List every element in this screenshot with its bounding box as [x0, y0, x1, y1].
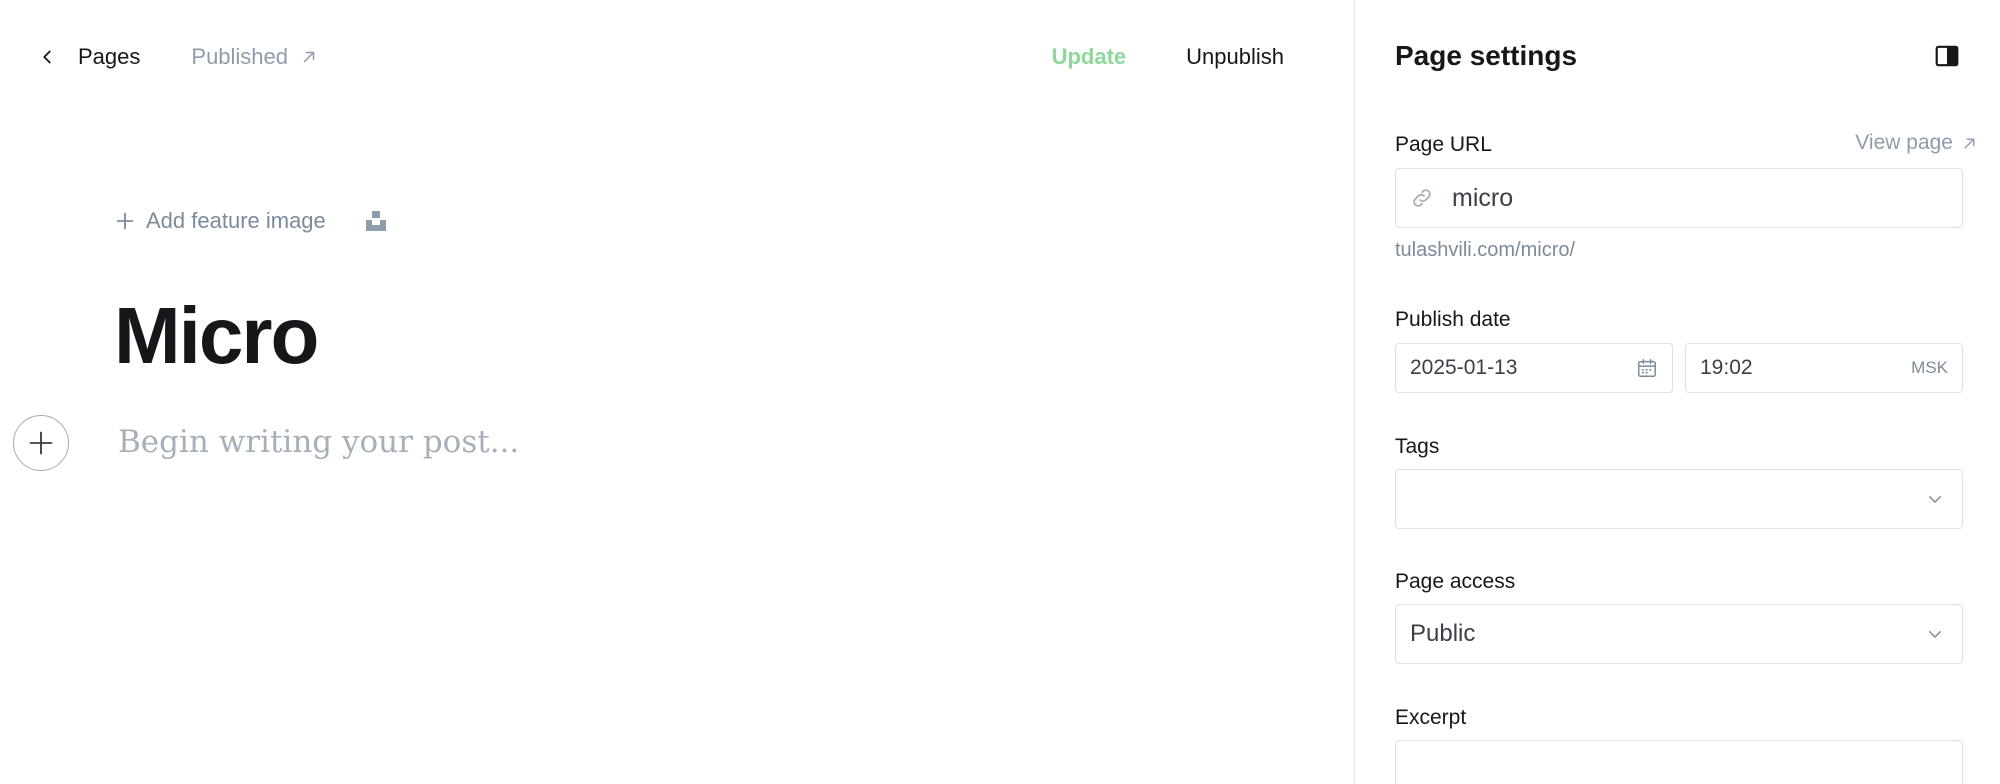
- published-status-link[interactable]: Published: [191, 44, 318, 70]
- add-feature-image-label: Add feature image: [146, 208, 326, 233]
- page-access-label: Page access: [1395, 570, 1516, 593]
- feature-image-row: Add feature image: [114, 208, 388, 234]
- add-card-button[interactable]: [13, 415, 69, 471]
- arrow-up-right-icon: [303, 51, 315, 63]
- link-icon: [1413, 189, 1431, 207]
- timezone-label: MSK: [1911, 358, 1948, 377]
- back-label: Pages: [78, 44, 141, 69]
- update-button[interactable]: Update: [1052, 44, 1127, 70]
- excerpt-input[interactable]: [1395, 740, 1963, 784]
- sidebar-toggle-icon[interactable]: [1934, 43, 1960, 69]
- calendar-icon[interactable]: [1636, 357, 1658, 379]
- add-feature-image-button[interactable]: Add feature image: [114, 208, 326, 234]
- publish-date-label: Publish date: [1395, 308, 1511, 331]
- settings-header: Page settings: [1395, 40, 1960, 72]
- settings-title: Page settings: [1395, 40, 1578, 71]
- arrow-up-right-icon: [1964, 138, 1975, 148]
- plus-icon: [116, 212, 134, 230]
- plus-circle-icon: [29, 431, 53, 455]
- post-title[interactable]: Micro: [114, 296, 319, 376]
- unsplash-icon[interactable]: [364, 209, 388, 233]
- status-label: Published: [191, 44, 289, 69]
- back-to-pages-button[interactable]: Pages: [36, 44, 140, 70]
- excerpt-label: Excerpt: [1395, 706, 1467, 729]
- page-access-select[interactable]: Public: [1395, 604, 1963, 664]
- publish-time-value: 19:02: [1700, 356, 1753, 379]
- page-settings-panel: Page settings Page URL View page micro t…: [1354, 0, 2000, 784]
- page-url-input[interactable]: micro: [1395, 168, 1963, 228]
- editor-topbar-actions: Update Unpublish: [1052, 40, 1284, 74]
- tags-select[interactable]: [1395, 469, 1963, 529]
- page-url-value: micro: [1452, 183, 1514, 212]
- publish-date-value: 2025-01-13: [1410, 356, 1518, 379]
- chevron-down-icon: [1929, 496, 1941, 504]
- unpublish-button[interactable]: Unpublish: [1186, 44, 1284, 70]
- publish-time-input[interactable]: 19:02 MSK: [1685, 343, 1963, 393]
- post-body-input[interactable]: Begin writing your post...: [118, 424, 519, 460]
- chevron-left-icon: [43, 50, 51, 64]
- editor-area: Pages Published Update Unpublish Add fea…: [0, 0, 1354, 784]
- page-url-hint: tulashvili.com/micro/: [1395, 239, 1576, 261]
- view-page-label: View page: [1855, 131, 1953, 154]
- page-access-value: Public: [1410, 620, 1476, 647]
- tags-label: Tags: [1395, 435, 1440, 458]
- view-page-link[interactable]: View page: [1855, 131, 1978, 155]
- chevron-down-icon: [1929, 631, 1941, 639]
- page-url-label: Page URL: [1395, 133, 1492, 156]
- editor-topbar-left: Pages Published: [36, 40, 318, 74]
- publish-date-input[interactable]: 2025-01-13: [1395, 343, 1673, 393]
